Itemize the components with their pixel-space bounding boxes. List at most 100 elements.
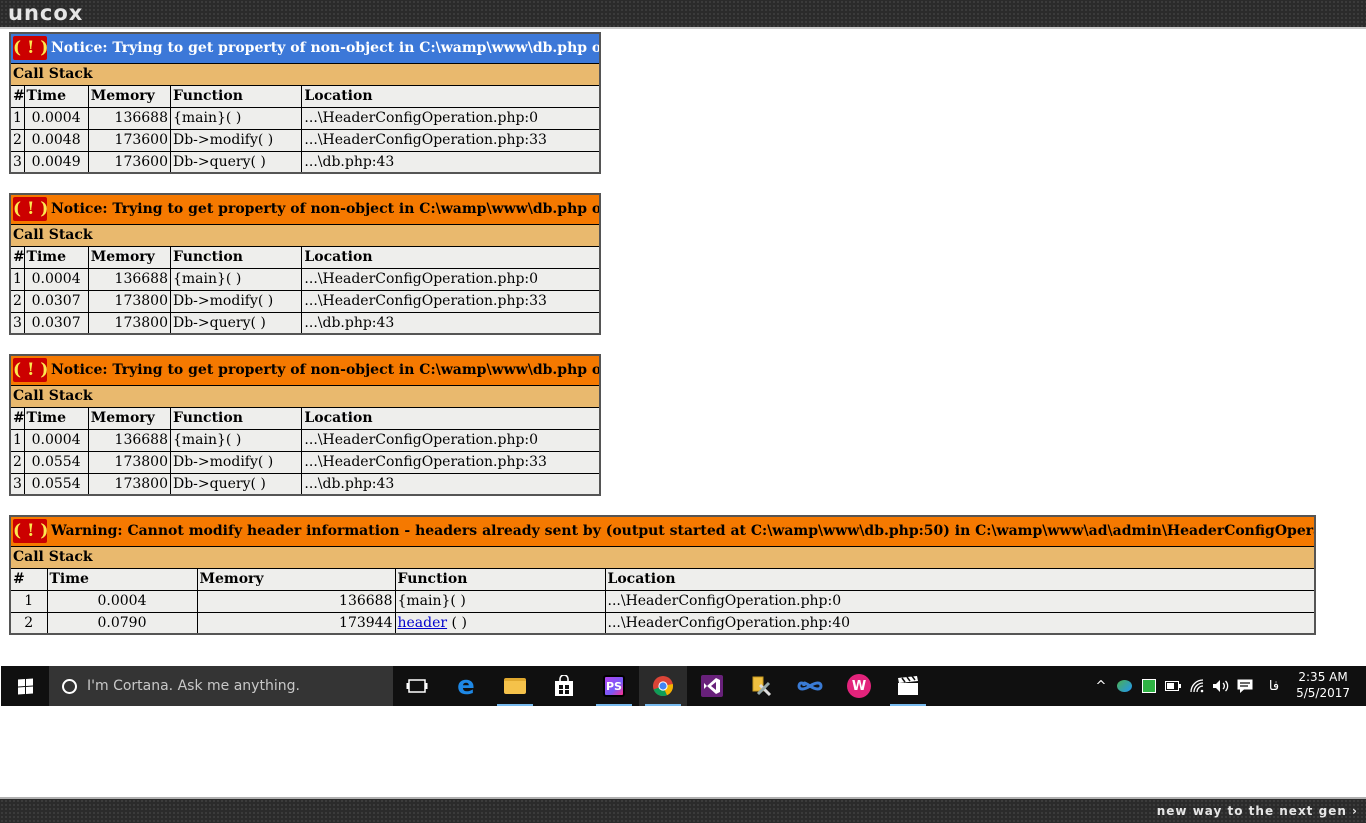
table-row: 1 0.0004 136688 {main}( ) ...\HeaderConf… (9, 428, 601, 452)
cell-location: ...\HeaderConfigOperation.php:33 (301, 450, 601, 474)
col-function: Function (169, 406, 303, 430)
tools-taskbar-button[interactable] (737, 666, 785, 706)
chrome-taskbar-button[interactable] (639, 666, 687, 706)
cortana-placeholder: I'm Cortana. Ask me anything. (87, 678, 300, 694)
col-memory: Memory (196, 567, 396, 591)
cell-function: Db->modify( ) (169, 289, 303, 313)
cell-memory: 173800 (87, 472, 172, 496)
table-row: 3 0.0554 173800 Db->query( ) ...\db.php:… (9, 472, 601, 496)
header-function-link[interactable]: header (398, 615, 448, 631)
cell-location: ...\db.php:43 (301, 150, 601, 174)
chrome-icon (653, 676, 674, 697)
col-time: Time (23, 406, 89, 430)
cell-num: 3 (9, 311, 25, 335)
task-view-button[interactable] (393, 666, 441, 706)
wampserver-taskbar-button[interactable]: W (835, 666, 883, 706)
clock-time: 2:35 AM (1298, 670, 1348, 684)
file-explorer-taskbar-button[interactable] (491, 666, 539, 706)
wampserver-icon: W (847, 674, 871, 698)
infinity-icon (797, 681, 823, 691)
col-time: Time (23, 84, 89, 108)
column-headers: # Time Memory Function Location (9, 567, 1316, 591)
wifi-button[interactable] (1187, 666, 1209, 706)
cell-location: ...\HeaderConfigOperation.php:33 (301, 128, 601, 152)
col-function: Function (394, 567, 606, 591)
error-header: ( ! ) Notice: Trying to get property of n… (9, 193, 601, 225)
battery-button[interactable] (1162, 666, 1184, 706)
cortana-search-box[interactable]: I'm Cortana. Ask me anything. (49, 666, 393, 706)
cell-location: ...\HeaderConfigOperation.php:0 (301, 267, 601, 291)
xdebug-error-table: ( ! ) Notice: Trying to get property of n… (9, 32, 601, 174)
cell-num: 3 (9, 472, 25, 496)
cell-memory: 173800 (87, 450, 172, 474)
col-time: Time (23, 245, 89, 269)
cell-memory: 173800 (87, 289, 172, 313)
error-exclamation-icon: ( ! ) (13, 36, 49, 61)
top-brand-bar: uncox (0, 0, 1366, 29)
battery-icon (1165, 681, 1181, 691)
table-row: 1 0.0004 136688 {main}( ) ...\HeaderConf… (9, 267, 601, 291)
visual-studio-icon (701, 675, 723, 697)
tray-network-app-icon (1116, 680, 1132, 692)
cell-location: ...\db.php:43 (301, 311, 601, 335)
clapperboard-icon (898, 676, 918, 695)
col-location: Location (301, 84, 601, 108)
column-headers: # Time Memory Function Location (9, 245, 601, 269)
cell-function: header ( ) (394, 611, 606, 635)
cell-location: ...\HeaderConfigOperation.php:0 (301, 428, 601, 452)
cell-memory: 136688 (87, 267, 172, 291)
tray-wamp-status[interactable] (1138, 666, 1160, 706)
cell-time: 0.0004 (46, 589, 198, 613)
edge-taskbar-button[interactable]: e (442, 666, 490, 706)
taskbar-clock[interactable]: 2:35 AM 5/5/2017 (1296, 669, 1350, 701)
function-suffix: ( ) (447, 614, 467, 631)
cell-num: 3 (9, 150, 25, 174)
col-function: Function (169, 245, 303, 269)
chevron-up-icon: ^ (1095, 678, 1107, 694)
visual-studio-taskbar-button[interactable] (688, 666, 736, 706)
volume-button[interactable] (1210, 666, 1232, 706)
cell-memory: 136688 (87, 106, 172, 130)
cell-function: {main}( ) (169, 106, 303, 130)
cell-num: 2 (9, 611, 48, 635)
phpstorm-taskbar-button[interactable]: PS (590, 666, 638, 706)
language-indicator[interactable]: فا (1262, 666, 1286, 706)
table-row: 3 0.0049 173600 Db->query( ) ...\db.php:… (9, 150, 601, 174)
cell-location: ...\HeaderConfigOperation.php:0 (301, 106, 601, 130)
error-header: ( ! ) Warning: Cannot modify header infor… (9, 515, 1316, 547)
col-time: Time (46, 567, 198, 591)
edge-icon: e (457, 671, 475, 701)
error-message: Notice: Trying to get property of non-ob… (51, 201, 600, 218)
error-header: ( ! ) Notice: Trying to get property of n… (9, 354, 601, 386)
col-location: Location (301, 245, 601, 269)
start-button[interactable] (1, 666, 49, 706)
brand-tagline: new way to the next gen › (1156, 804, 1358, 818)
cell-memory: 136688 (87, 428, 172, 452)
error-exclamation-icon: ( ! ) (13, 519, 49, 544)
col-num: # (9, 245, 25, 269)
cell-function: {main}( ) (394, 589, 606, 613)
bottom-brand-bar: new way to the next gen › (0, 797, 1366, 823)
task-view-icon (406, 679, 428, 693)
wifi-icon (1190, 679, 1204, 693)
cell-location: ...\db.php:43 (301, 472, 601, 496)
brand-logo: uncox (8, 1, 84, 25)
cell-num: 2 (9, 289, 25, 313)
action-center-button[interactable] (1234, 666, 1256, 706)
tray-app-1[interactable] (1113, 666, 1135, 706)
cell-time: 0.0307 (23, 311, 89, 335)
show-hidden-icons-button[interactable]: ^ (1091, 666, 1111, 706)
call-stack-label: Call Stack (9, 384, 601, 408)
cell-location: ...\HeaderConfigOperation.php:0 (604, 589, 1316, 613)
store-taskbar-button[interactable] (540, 666, 588, 706)
windows-taskbar: I'm Cortana. Ask me anything. e PS W ^ ف… (1, 666, 1366, 706)
video-editor-taskbar-button[interactable] (884, 666, 932, 706)
cell-time: 0.0048 (23, 128, 89, 152)
windows-logo-icon (17, 677, 33, 695)
cell-time: 0.0554 (23, 472, 89, 496)
cell-time: 0.0004 (23, 428, 89, 452)
cell-location: ...\HeaderConfigOperation.php:40 (604, 611, 1316, 635)
cell-function: {main}( ) (169, 428, 303, 452)
infinity-app-taskbar-button[interactable] (786, 666, 834, 706)
error-header: ( ! ) Notice: Trying to get property of n… (9, 32, 601, 64)
